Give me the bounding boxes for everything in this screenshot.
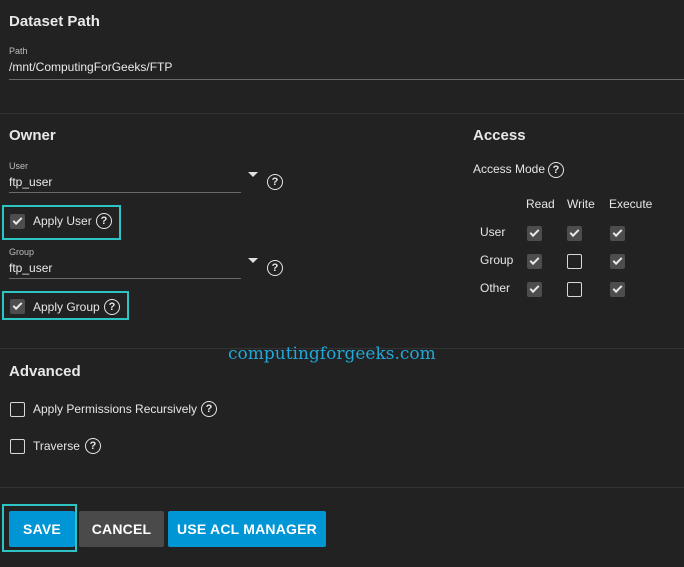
advanced-title: Advanced bbox=[9, 363, 81, 380]
group-select[interactable]: ftp_user bbox=[9, 261, 52, 275]
row-user-label: User bbox=[480, 225, 506, 239]
group-read-checkbox[interactable] bbox=[527, 254, 542, 269]
section-divider bbox=[0, 113, 684, 114]
traverse-help-icon[interactable]: ? bbox=[85, 438, 101, 454]
other-read-checkbox[interactable] bbox=[527, 282, 542, 297]
group-help-icon[interactable]: ? bbox=[267, 260, 283, 276]
apply-user-checkbox[interactable] bbox=[10, 214, 25, 229]
check-icon bbox=[12, 300, 23, 311]
col-execute: Execute bbox=[609, 197, 653, 211]
recursive-help-icon[interactable]: ? bbox=[201, 401, 217, 417]
check-icon bbox=[529, 283, 540, 294]
chevron-down-icon[interactable] bbox=[248, 172, 258, 177]
check-icon bbox=[529, 227, 540, 238]
watermark-text: computingforgeeks.com bbox=[228, 344, 436, 364]
user-underline bbox=[9, 192, 241, 193]
check-icon bbox=[569, 227, 580, 238]
user-select[interactable]: ftp_user bbox=[9, 175, 52, 189]
user-execute-checkbox[interactable] bbox=[610, 226, 625, 241]
path-label: Path bbox=[9, 46, 28, 56]
path-input[interactable]: /mnt/ComputingForGeeks/FTP bbox=[9, 60, 172, 74]
access-title: Access bbox=[473, 127, 526, 144]
group-underline bbox=[9, 278, 241, 279]
save-button[interactable]: SAVE bbox=[9, 511, 75, 547]
apply-user-label: Apply User bbox=[33, 214, 92, 228]
user-label: User bbox=[9, 161, 29, 171]
user-read-checkbox[interactable] bbox=[527, 226, 542, 241]
traverse-label: Traverse bbox=[33, 439, 80, 453]
dataset-path-title: Dataset Path bbox=[9, 13, 100, 30]
col-read: Read bbox=[526, 197, 555, 211]
apply-group-label: Apply Group bbox=[33, 300, 100, 314]
check-icon bbox=[12, 215, 23, 226]
col-write: Write bbox=[567, 197, 595, 211]
check-icon bbox=[612, 227, 623, 238]
path-underline bbox=[9, 79, 684, 80]
group-write-checkbox[interactable] bbox=[567, 254, 582, 269]
group-execute-checkbox[interactable] bbox=[610, 254, 625, 269]
other-write-checkbox[interactable] bbox=[567, 282, 582, 297]
row-group-label: Group bbox=[480, 253, 514, 267]
owner-title: Owner bbox=[9, 127, 56, 144]
user-help-icon[interactable]: ? bbox=[267, 174, 283, 190]
apply-group-checkbox[interactable] bbox=[10, 299, 25, 314]
use-acl-manager-button[interactable]: USE ACL MANAGER bbox=[168, 511, 326, 547]
check-icon bbox=[612, 283, 623, 294]
apply-group-help-icon[interactable]: ? bbox=[104, 299, 120, 315]
recursive-checkbox[interactable] bbox=[10, 402, 25, 417]
check-icon bbox=[612, 255, 623, 266]
cancel-button[interactable]: CANCEL bbox=[79, 511, 164, 547]
group-label: Group bbox=[9, 247, 35, 257]
section-divider bbox=[0, 487, 684, 488]
chevron-down-icon[interactable] bbox=[248, 258, 258, 263]
access-mode-help-icon[interactable]: ? bbox=[548, 162, 564, 178]
access-mode-label: Access Mode bbox=[473, 162, 546, 176]
traverse-checkbox[interactable] bbox=[10, 439, 25, 454]
recursive-label: Apply Permissions Recursively bbox=[33, 402, 198, 416]
apply-user-help-icon[interactable]: ? bbox=[96, 213, 112, 229]
check-icon bbox=[529, 255, 540, 266]
other-execute-checkbox[interactable] bbox=[610, 282, 625, 297]
user-write-checkbox[interactable] bbox=[567, 226, 582, 241]
row-other-label: Other bbox=[480, 281, 511, 295]
